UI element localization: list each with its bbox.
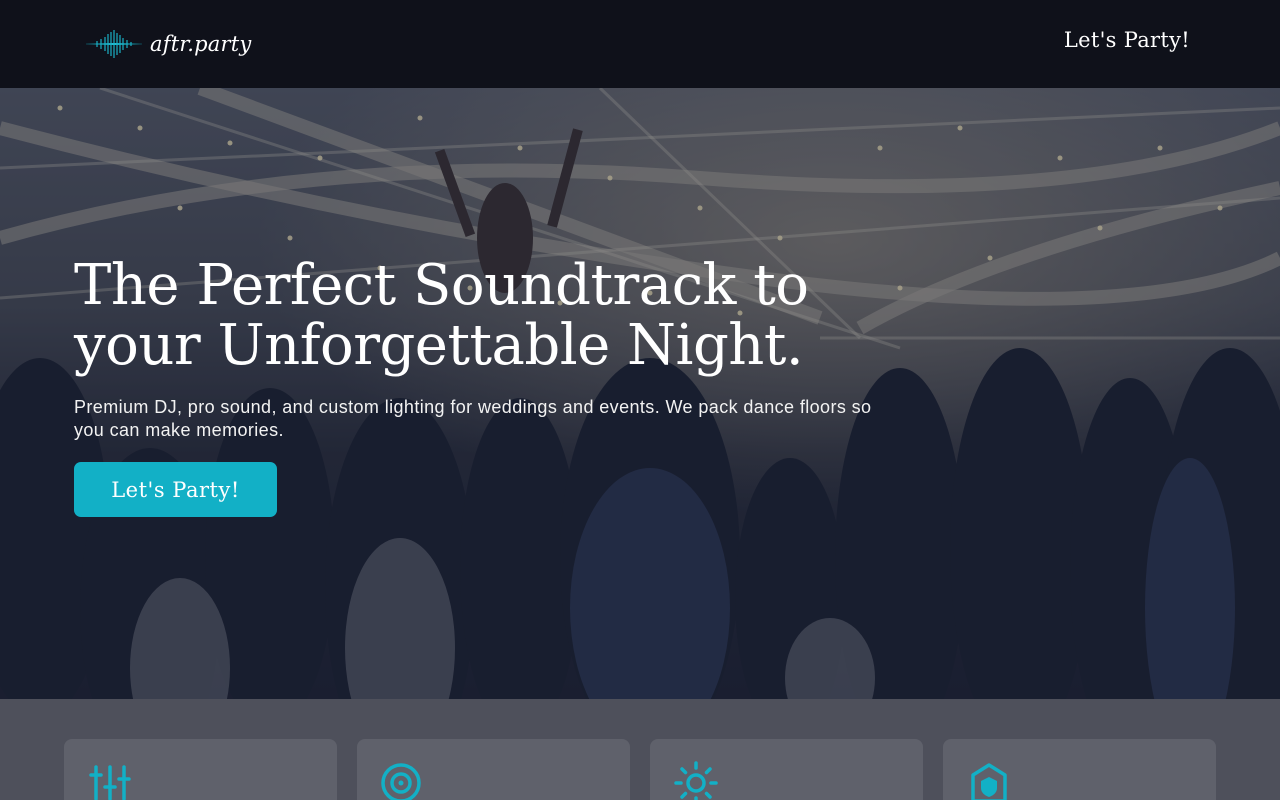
hero-title-line-1: The Perfect Soundtrack to	[74, 253, 809, 318]
site-header: aftr.party Let's Party!	[0, 0, 1280, 88]
hero-subtitle: Premium DJ, pro sound, and custom lighti…	[74, 397, 872, 440]
shield-home-icon	[971, 763, 1007, 800]
brand-name: aftr.party	[150, 32, 252, 56]
hero-lets-party-button[interactable]: Let's Party!	[74, 462, 277, 517]
feature-card-protection	[943, 739, 1216, 800]
feature-card-speaker	[357, 739, 630, 800]
hero-content: The Perfect Soundtrack to your Unforgett…	[74, 256, 894, 517]
feature-card-lighting	[650, 739, 923, 800]
sun-icon	[674, 761, 718, 800]
feature-card-sound	[64, 739, 337, 800]
brand-logo-link[interactable]: aftr.party	[86, 24, 251, 64]
hero-title-line-2: your Unforgettable Night.	[74, 313, 804, 378]
nav-lets-party-link[interactable]: Let's Party!	[1064, 28, 1190, 52]
features-section	[0, 699, 1280, 800]
sound-wave-icon	[86, 30, 142, 58]
sliders-icon	[89, 765, 131, 800]
hero-title: The Perfect Soundtrack to your Unforgett…	[74, 256, 894, 376]
speaker-icon	[381, 763, 421, 800]
hero-section: The Perfect Soundtrack to your Unforgett…	[0, 88, 1280, 699]
